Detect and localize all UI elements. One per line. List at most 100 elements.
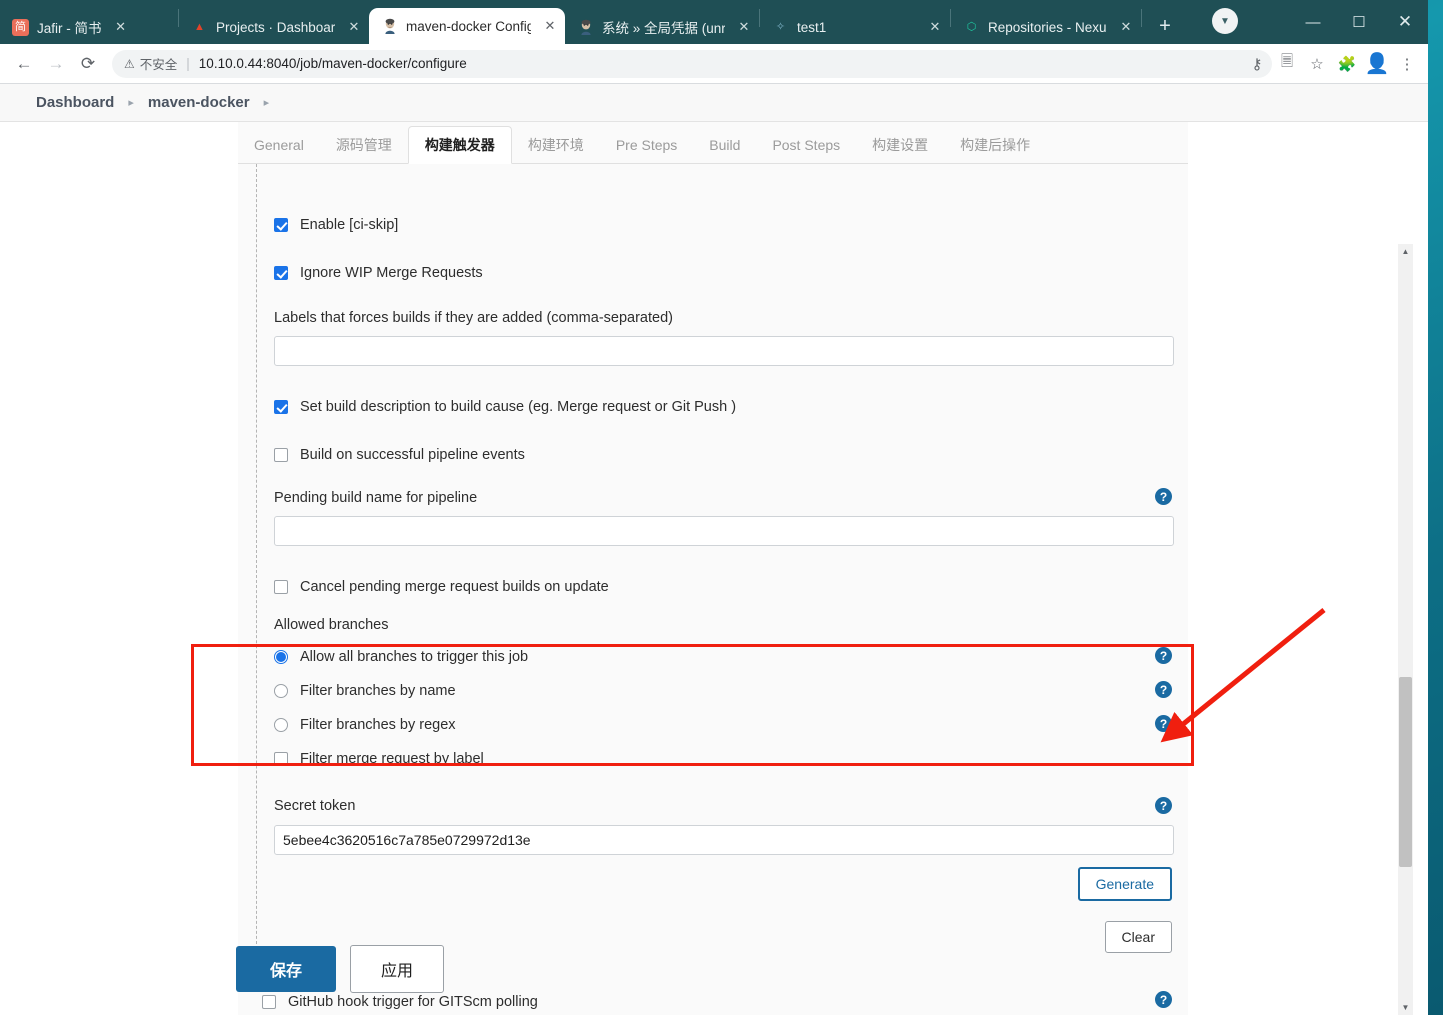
minimize-button[interactable]: —: [1290, 0, 1336, 44]
labels-force-builds-input[interactable]: [274, 336, 1174, 366]
forward-button[interactable]: →: [40, 48, 72, 80]
more-menu-icon[interactable]: ⋮: [1392, 49, 1422, 79]
config-tabbar: General 源码管理 构建触发器 构建环境 Pre Steps Build …: [238, 122, 1188, 164]
jianshu-icon: 简: [12, 18, 29, 36]
tab-post-build-actions[interactable]: 构建后操作: [944, 127, 1046, 163]
label-filter-branches-by-name: Filter branches by name: [300, 683, 456, 699]
tab-build[interactable]: Build: [693, 127, 756, 163]
config-page: General 源码管理 构建触发器 构建环境 Pre Steps Build …: [0, 122, 1413, 1015]
reload-button[interactable]: ⟳: [72, 48, 104, 80]
scroll-down-arrow-icon[interactable]: ▼: [1398, 1000, 1413, 1015]
back-button[interactable]: ←: [8, 48, 40, 80]
row-filter-branches-by-name: Filter branches by name ?: [238, 678, 1188, 704]
label-build-on-successful-pipeline-events: Build on successful pipeline events: [300, 447, 525, 463]
browser-window: 简 Jafir - 简书 ✕ ▲ Projects · Dashboard · …: [0, 0, 1428, 1015]
tab-build-triggers[interactable]: 构建触发器: [407, 126, 512, 164]
config-content: General 源码管理 构建触发器 构建环境 Pre Steps Build …: [238, 122, 1188, 1015]
feather-icon: ✧: [775, 20, 786, 33]
tab-build-settings[interactable]: 构建设置: [856, 127, 944, 163]
breadcrumb: Dashboard ▸ maven-docker ▸: [0, 84, 1428, 122]
tab-build-environment[interactable]: 构建环境: [512, 127, 600, 163]
security-status-text: 不安全: [139, 58, 178, 72]
tab-title: Repositories - Nexus R: [988, 19, 1107, 35]
help-icon[interactable]: ?: [1155, 797, 1172, 814]
tab-close-icon[interactable]: ✕: [345, 18, 363, 36]
tab-close-icon[interactable]: ✕: [112, 18, 130, 36]
checkbox-set-build-description[interactable]: [274, 400, 288, 414]
browser-tab-4[interactable]: 系统 » 全局凭据 (unrest ✕: [565, 10, 759, 44]
label-filter-branches-by-regex: Filter branches by regex: [300, 717, 456, 733]
browser-tab-3-active[interactable]: maven-docker Config ✕: [369, 8, 565, 44]
browser-tab-1[interactable]: 简 Jafir - 简书 ✕: [0, 10, 178, 44]
checkbox-cancel-pending-merge-builds[interactable]: [274, 580, 288, 594]
checkbox-ignore-wip-merge-requests[interactable]: [274, 266, 288, 280]
row-pending-build-name: Pending build name for pipeline ?: [238, 488, 1188, 546]
tab-post-steps[interactable]: Post Steps: [756, 127, 856, 163]
scroll-up-arrow-icon[interactable]: ▲: [1398, 244, 1413, 259]
row-labels-field: Labels that forces builds if they are ad…: [238, 310, 1188, 366]
help-icon[interactable]: ?: [1155, 991, 1172, 1008]
help-icon[interactable]: ?: [1155, 647, 1172, 664]
window-controls: — ☐ ✕: [1290, 0, 1428, 44]
tab-title: 系统 » 全局凭据 (unrest: [602, 21, 725, 36]
radio-allow-all-branches[interactable]: [274, 650, 288, 664]
label-allowed-branches: Allowed branches: [274, 617, 389, 633]
page-scrollbar[interactable]: ▲ ▼: [1398, 244, 1413, 1015]
browser-tab-2[interactable]: ▲ Projects · Dashboard · ✕: [179, 10, 369, 44]
address-divider: |: [186, 56, 190, 71]
label-enable-ci-skip: Enable [ci-skip]: [300, 217, 399, 233]
jenkins-icon: [577, 19, 594, 36]
secret-token-input[interactable]: [274, 825, 1174, 855]
radio-filter-branches-by-name[interactable]: [274, 684, 288, 698]
tab-general[interactable]: General: [238, 127, 320, 163]
browser-tab-6[interactable]: ⬡ Repositories - Nexus R ✕: [951, 10, 1141, 44]
row-build-on-pipeline-events: Build on successful pipeline events: [238, 442, 1188, 468]
save-button[interactable]: 保存: [236, 946, 337, 992]
clear-button[interactable]: Clear: [1104, 921, 1172, 953]
tab-pre-steps[interactable]: Pre Steps: [600, 127, 693, 163]
browser-tab-5[interactable]: ✧ test1 ✕: [760, 10, 950, 44]
scrollbar-thumb[interactable]: [1399, 677, 1412, 867]
omnibox-actions: ⚷ 🗏 ☆ 🧩 👤 ⋮: [1242, 49, 1422, 79]
tab-close-icon[interactable]: ✕: [926, 18, 944, 36]
checkbox-build-on-successful-pipeline-events[interactable]: [274, 448, 288, 462]
tab-scm[interactable]: 源码管理: [320, 127, 408, 163]
tab-close-icon[interactable]: ✕: [735, 18, 753, 36]
pending-build-name-input[interactable]: [274, 516, 1174, 546]
address-url-text: 10.10.0.44:8040/job/maven-docker/configu…: [198, 56, 467, 71]
generate-button[interactable]: Generate: [1077, 867, 1172, 901]
maximize-button[interactable]: ☐: [1336, 0, 1382, 44]
radio-filter-branches-by-regex[interactable]: [274, 718, 288, 732]
tab-close-icon[interactable]: ✕: [541, 17, 559, 35]
row-ignore-wip: Ignore WIP Merge Requests: [238, 260, 1188, 286]
window-close-button[interactable]: ✕: [1382, 0, 1428, 44]
checkbox-filter-merge-request-by-label[interactable]: [274, 752, 288, 766]
breadcrumb-item-job[interactable]: maven-docker: [148, 94, 250, 111]
tab-title: test1: [797, 19, 827, 35]
label-cancel-pending-merge-builds: Cancel pending merge request builds on u…: [300, 579, 609, 595]
help-icon[interactable]: ?: [1155, 681, 1172, 698]
breadcrumb-item-dashboard[interactable]: Dashboard: [36, 94, 114, 111]
chevron-right-icon: ▸: [263, 97, 270, 109]
row-filter-branches-by-regex: Filter branches by regex ?: [238, 712, 1188, 738]
apply-button[interactable]: 应用: [350, 945, 445, 993]
help-icon[interactable]: ?: [1155, 488, 1172, 505]
profile-icon[interactable]: 👤: [1362, 49, 1392, 79]
address-bar[interactable]: ⚠ 不安全 | 10.10.0.44:8040/job/maven-docker…: [112, 49, 1272, 78]
help-icon[interactable]: ?: [1155, 715, 1172, 732]
browser-profile-chip[interactable]: ▼: [1212, 8, 1238, 34]
tab-close-icon[interactable]: ✕: [1117, 18, 1135, 36]
label-github-hook-trigger: GitHub hook trigger for GITScm polling: [288, 994, 538, 1010]
checkbox-enable-ci-skip[interactable]: [274, 218, 288, 232]
key-icon[interactable]: ⚷: [1242, 49, 1272, 79]
label-ignore-wip-merge-requests: Ignore WIP Merge Requests: [300, 265, 483, 281]
label-secret-token: Secret token: [274, 798, 356, 814]
row-cancel-pending-merge-builds: Cancel pending merge request builds on u…: [238, 574, 1188, 600]
browser-tabstrip: 简 Jafir - 简书 ✕ ▲ Projects · Dashboard · …: [0, 0, 1428, 44]
extensions-icon[interactable]: 🧩: [1332, 49, 1362, 79]
star-icon[interactable]: ☆: [1302, 49, 1332, 79]
label-set-build-description: Set build description to build cause (eg…: [300, 399, 737, 415]
translate-icon[interactable]: 🗏: [1272, 49, 1302, 79]
new-tab-button[interactable]: +: [1150, 11, 1180, 41]
checkbox-github-hook-trigger[interactable]: [262, 995, 276, 1009]
